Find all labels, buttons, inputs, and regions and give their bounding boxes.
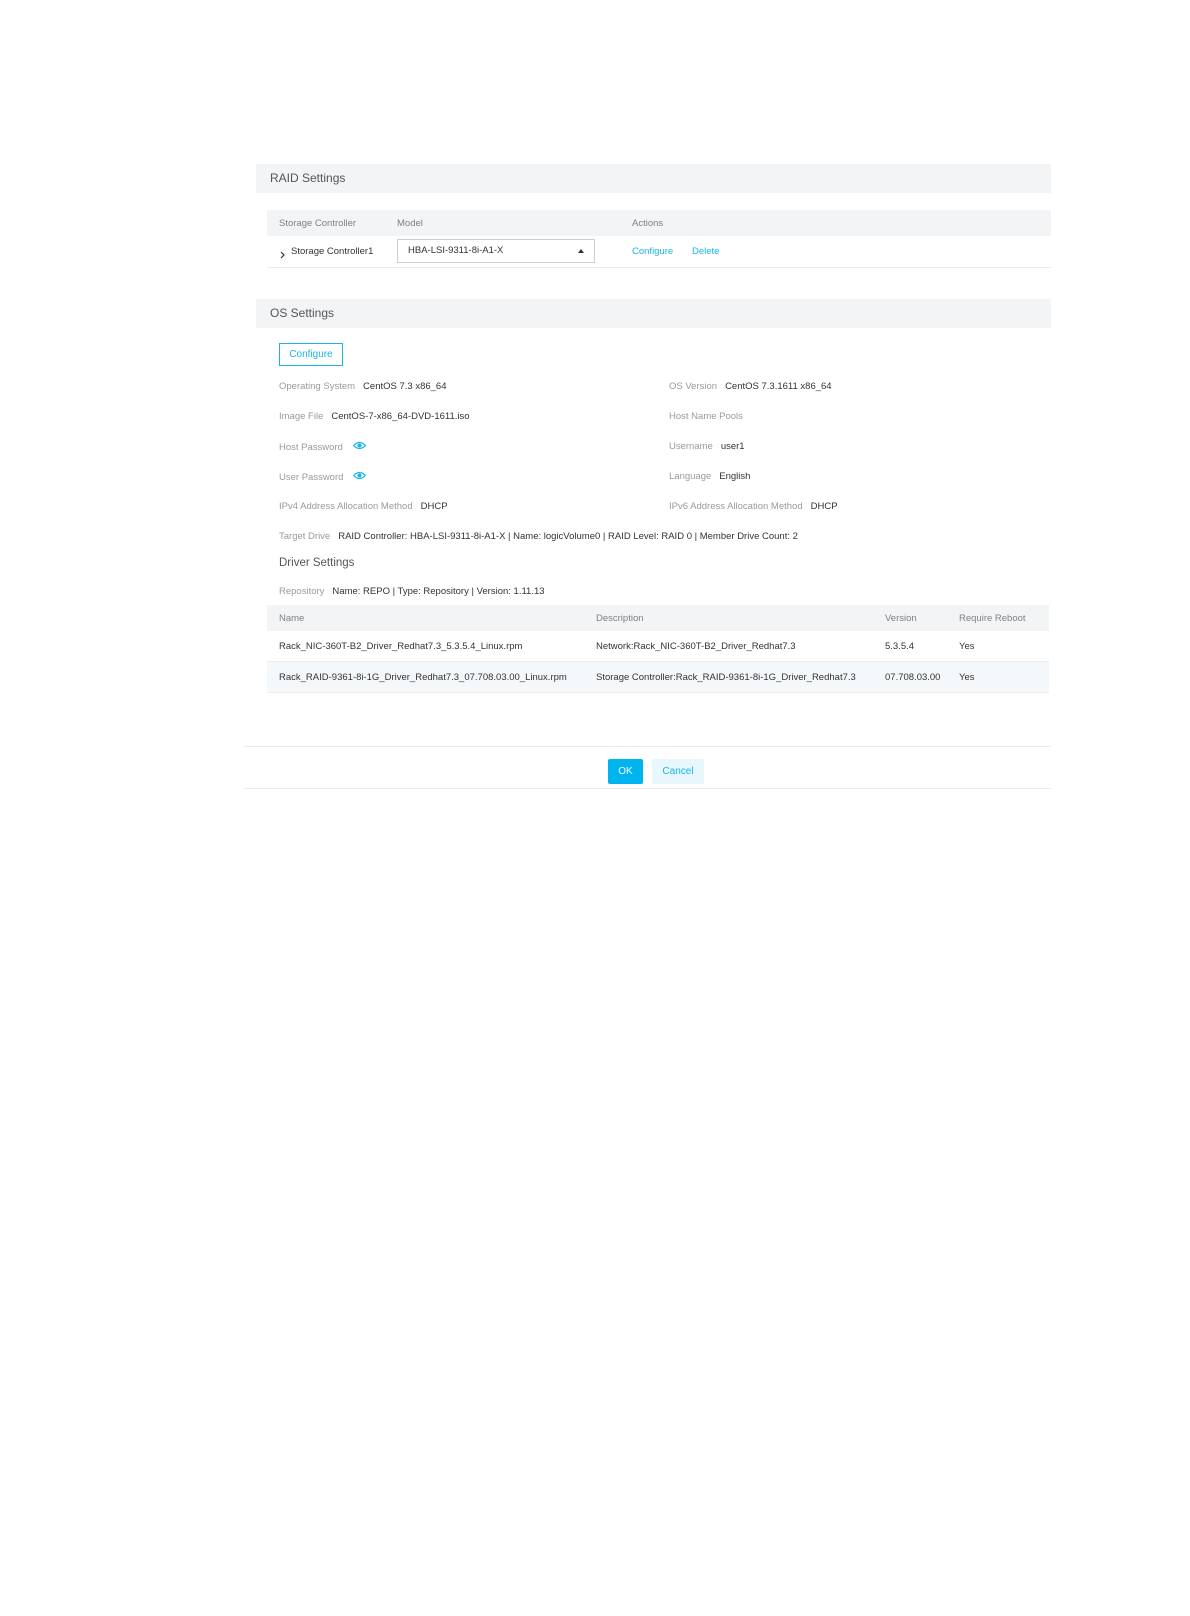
os-settings-header: OS Settings [256,299,1051,328]
divider [267,692,1049,693]
driver-description: Network:Rack_NIC-360T-B2_Driver_Redhat7.… [596,641,796,652]
raid-table-row: Storage Controller1 HBA-LSI-9311-8i-A1-X… [267,236,1051,266]
divider [267,267,1051,268]
driver-require-reboot: Yes [959,641,975,652]
field-host-name-pools: Host Name Pools [669,411,743,422]
col-name: Name [279,613,305,624]
os-settings-title: OS Settings [270,306,335,320]
model-select-value: HBA-LSI-9311-8i-A1-X [408,245,504,256]
footer-top-divider [244,746,1051,747]
eye-icon[interactable] [352,441,367,453]
raid-settings-header: RAID Settings [256,164,1051,193]
col-description: Description [596,613,644,624]
col-storage-controller: Storage Controller [279,218,357,229]
storage-controller-name: Storage Controller1 [291,246,374,257]
field-ipv4-allocation: IPv4 Address Allocation Method DHCP [279,501,448,512]
field-ipv6-allocation: IPv6 Address Allocation Method DHCP [669,501,838,512]
table-row[interactable]: Rack_NIC-360T-B2_Driver_Redhat7.3_5.3.5.… [267,631,1049,661]
ok-button[interactable]: OK [608,759,643,784]
cancel-button[interactable]: Cancel [652,759,704,784]
os-configure-button[interactable]: Configure [279,343,343,366]
footer-bottom-divider [244,788,1051,789]
raid-configure-link[interactable]: Configure [632,246,673,257]
raid-settings-title: RAID Settings [270,171,346,185]
field-target-drive: Target Drive RAID Controller: HBA-LSI-931… [279,531,798,542]
eye-icon[interactable] [353,471,367,483]
col-actions: Actions [632,218,664,229]
table-row[interactable]: Rack_RAID-9361-8i-1G_Driver_Redhat7.3_07… [267,662,1049,692]
col-model: Model [397,218,423,229]
driver-name: Rack_RAID-9361-8i-1G_Driver_Redhat7.3_07… [279,672,567,683]
col-version: Version [885,613,917,624]
driver-require-reboot: Yes [959,672,975,683]
driver-description: Storage Controller:Rack_RAID-9361-8i-1G_… [596,672,856,683]
field-image-file: Image File CentOS-7-x86_64-DVD-1611.iso [279,411,470,422]
field-language: Language English [669,471,751,482]
field-username: Username user1 [669,441,745,452]
model-select[interactable]: HBA-LSI-9311-8i-A1-X [397,239,595,263]
driver-table-header: Name Description Version Require Reboot [267,605,1049,631]
driver-name: Rack_NIC-360T-B2_Driver_Redhat7.3_5.3.5.… [279,641,523,652]
expand-row-icon[interactable] [279,246,287,264]
field-operating-system: Operating System CentOS 7.3 x86_64 [279,381,447,392]
col-require-reboot: Require Reboot [959,613,1026,624]
field-user-password: User Password [279,471,367,483]
field-repository: Repository Name: REPO | Type: Repository … [279,586,545,597]
field-os-version: OS Version CentOS 7.3.1611 x86_64 [669,381,832,392]
driver-version: 07.708.03.00 [885,672,941,683]
caret-up-icon [578,249,584,253]
field-host-password: Host Password [279,441,367,453]
driver-settings-title: Driver Settings [279,557,355,569]
raid-table-header: Storage Controller Model Actions [267,210,1051,236]
driver-version: 5.3.5.4 [885,641,915,652]
raid-delete-link[interactable]: Delete [692,246,719,257]
